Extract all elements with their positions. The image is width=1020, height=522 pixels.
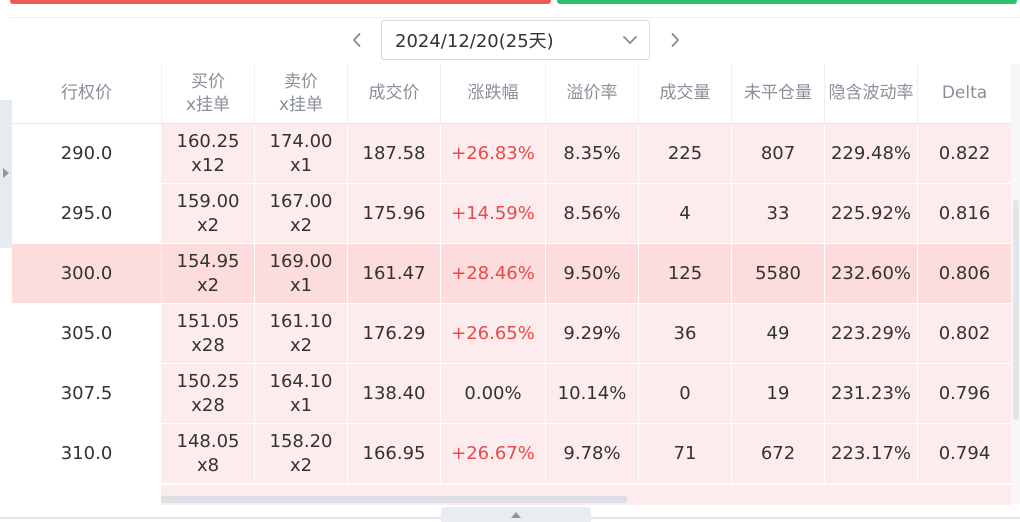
last-cell: 138.40 xyxy=(348,364,441,423)
premium-cell: 9.50% xyxy=(546,244,639,303)
table-row[interactable]: 290.0 160.25 x12 174.00 x1 187.58 +26.83% … xyxy=(12,124,1011,184)
delta-cell: 0.806 xyxy=(918,244,1011,303)
header-strike[interactable]: 行权价 xyxy=(12,64,162,123)
strike-cell: 307.5 xyxy=(12,364,162,423)
change-cell: +26.83% xyxy=(441,124,546,183)
open-interest-cell: 49 xyxy=(732,304,825,363)
delta-cell: 0.794 xyxy=(918,424,1011,483)
caret-right-icon xyxy=(3,168,9,178)
change-cell: +14.59% xyxy=(441,184,546,243)
premium-cell: 8.56% xyxy=(546,184,639,243)
delta-cell: 0.816 xyxy=(918,184,1011,243)
last-cell: 166.95 xyxy=(348,424,441,483)
chevron-right-icon[interactable] xyxy=(660,20,690,60)
last-cell: 161.47 xyxy=(348,244,441,303)
open-interest-cell: 19 xyxy=(732,364,825,423)
volume-cell: 225 xyxy=(639,124,732,183)
volume-cell: 4 xyxy=(639,184,732,243)
iv-cell: 229.48% xyxy=(825,124,918,183)
volume-cell: 71 xyxy=(639,424,732,483)
header-ask[interactable]: 卖价 x挂单 xyxy=(255,64,348,123)
table-row[interactable]: 305.0 151.05 x28 161.10 x2 176.29 +26.65% … xyxy=(12,304,1011,364)
change-cell: +26.67% xyxy=(441,424,546,483)
bid-cell[interactable]: 159.00 x2 xyxy=(162,184,255,243)
call-side-bar xyxy=(10,0,551,4)
expand-panel-tab[interactable] xyxy=(441,507,591,522)
header-premium[interactable]: 溢价率 xyxy=(546,64,639,123)
ask-cell[interactable]: 164.10 x1 xyxy=(255,364,348,423)
ask-cell[interactable]: 158.20 x2 xyxy=(255,424,348,483)
header-last[interactable]: 成交价 xyxy=(348,64,441,123)
vertical-scrollbar[interactable] xyxy=(1013,200,1019,420)
strike-cell: 305.0 xyxy=(12,304,162,363)
top-separator xyxy=(10,17,1020,18)
header-iv[interactable]: 隐含波动率 xyxy=(825,64,918,123)
strike-cell: 295.0 xyxy=(12,184,162,243)
expiry-date-value: 2024/12/20(25天) xyxy=(395,31,554,52)
ask-cell[interactable]: 161.10 x2 xyxy=(255,304,348,363)
volume-cell: 36 xyxy=(639,304,732,363)
horizontal-scrollbar[interactable] xyxy=(161,496,627,503)
premium-cell: 8.35% xyxy=(546,124,639,183)
iv-cell: 225.92% xyxy=(825,184,918,243)
ask-cell[interactable]: 167.00 x2 xyxy=(255,184,348,243)
premium-cell: 9.29% xyxy=(546,304,639,363)
bid-cell[interactable]: 151.05 x28 xyxy=(162,304,255,363)
change-cell: 0.00% xyxy=(441,364,546,423)
table-row-atm[interactable]: 300.0 154.95 x2 169.00 x1 161.47 +28.46% 9… xyxy=(12,244,1011,304)
open-interest-cell: 807 xyxy=(732,124,825,183)
delta-cell: 0.822 xyxy=(918,124,1011,183)
header-bid[interactable]: 买价 x挂单 xyxy=(162,64,255,123)
strike-cell: 300.0 xyxy=(12,244,162,303)
caret-up-icon xyxy=(511,511,521,518)
iv-cell: 223.29% xyxy=(825,304,918,363)
chevron-down-icon xyxy=(623,36,637,44)
header-delta[interactable]: Delta xyxy=(918,64,1011,123)
change-cell: +26.65% xyxy=(441,304,546,363)
header-open-interest[interactable]: 未平仓量 xyxy=(732,64,825,123)
strike-cell: 290.0 xyxy=(12,124,162,183)
option-chain-table: 行权价 买价 x挂单 卖价 x挂单 成交价 涨跌幅 溢价率 成交量 未平仓量 隐含波… xyxy=(12,64,1011,484)
open-interest-cell: 33 xyxy=(732,184,825,243)
table-header: 行权价 买价 x挂单 卖价 x挂单 成交价 涨跌幅 溢价率 成交量 未平仓量 隐含波… xyxy=(12,64,1011,124)
volume-cell: 125 xyxy=(639,244,732,303)
expiry-selector-row: 2024/12/20(25天) xyxy=(0,20,1020,60)
header-change[interactable]: 涨跌幅 xyxy=(441,64,546,123)
expiry-date-select[interactable]: 2024/12/20(25天) xyxy=(381,20,650,60)
iv-cell: 223.17% xyxy=(825,424,918,483)
bid-cell[interactable]: 154.95 x2 xyxy=(162,244,255,303)
last-cell: 176.29 xyxy=(348,304,441,363)
bid-cell[interactable]: 150.25 x28 xyxy=(162,364,255,423)
open-interest-cell: 5580 xyxy=(732,244,825,303)
ask-cell[interactable]: 169.00 x1 xyxy=(255,244,348,303)
premium-cell: 10.14% xyxy=(546,364,639,423)
ask-cell[interactable]: 174.00 x1 xyxy=(255,124,348,183)
bid-cell[interactable]: 160.25 x12 xyxy=(162,124,255,183)
table-row[interactable]: 310.0 148.05 x8 158.20 x2 166.95 +26.67% 9… xyxy=(12,424,1011,484)
change-cell: +28.46% xyxy=(441,244,546,303)
delta-cell: 0.802 xyxy=(918,304,1011,363)
strike-cell: 310.0 xyxy=(12,424,162,483)
last-cell: 187.58 xyxy=(348,124,441,183)
side-panel-handle[interactable] xyxy=(0,100,12,248)
put-side-bar xyxy=(557,0,1017,4)
table-row[interactable]: 295.0 159.00 x2 167.00 x2 175.96 +14.59% 8… xyxy=(12,184,1011,244)
table-body: 290.0 160.25 x12 174.00 x1 187.58 +26.83% … xyxy=(12,124,1011,484)
table-row[interactable]: 307.5 150.25 x28 164.10 x1 138.40 0.00% 10… xyxy=(12,364,1011,424)
volume-cell: 0 xyxy=(639,364,732,423)
open-interest-cell: 672 xyxy=(732,424,825,483)
iv-cell: 231.23% xyxy=(825,364,918,423)
premium-cell: 9.78% xyxy=(546,424,639,483)
bid-cell[interactable]: 148.05 x8 xyxy=(162,424,255,483)
delta-cell: 0.796 xyxy=(918,364,1011,423)
last-cell: 175.96 xyxy=(348,184,441,243)
chevron-left-icon[interactable] xyxy=(342,20,372,60)
iv-cell: 232.60% xyxy=(825,244,918,303)
header-volume[interactable]: 成交量 xyxy=(639,64,732,123)
